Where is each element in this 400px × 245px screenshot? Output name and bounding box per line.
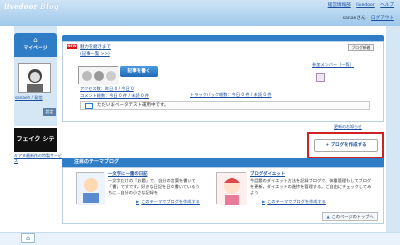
home-icon[interactable]: ⌂ (21, 233, 35, 243)
theme-image-2[interactable] (216, 172, 247, 205)
mypage-tab[interactable]: ⌂ マイページ (14, 33, 57, 57)
member-list-link[interactable]: 参加メンバー（一覧） (312, 62, 370, 68)
nickname-links[interactable]: sanaeh / 発信 (15, 95, 43, 101)
avatar (18, 63, 51, 93)
status-message-text: ただいまベータテスト運用中です。 (97, 103, 169, 108)
livedoor-blog-logo[interactable]: livedoor Blog (4, 2, 59, 11)
theme-blog-header: 注目のテーマブログ (62, 158, 384, 167)
top-link-0[interactable]: 経営情報部 (328, 3, 351, 8)
member-box: 参加メンバー（一覧） (312, 62, 370, 88)
theme-body-2: 今話題のダイエット方法を記録ブログで、体重管理もしてブログを更新。ダイエットの進… (250, 178, 372, 195)
news-link[interactable]: 魅力を磨きまで (80, 44, 111, 50)
update-notice-link[interactable]: 更新のお知らせ (334, 124, 362, 130)
theme-title-1[interactable]: 一文字に一箇の日記 (108, 171, 148, 177)
new-badge: NEW (67, 44, 77, 49)
house-icon: ⌂ (33, 36, 38, 44)
top-links: 経営情報部 livedoor ヘルプ (324, 2, 394, 8)
theme-image-1[interactable] (76, 172, 105, 205)
user-label: sanaeさん (342, 16, 366, 21)
comment-count[interactable]: コメント総数：今日 0 件 / 未読 0 件 (80, 92, 149, 99)
top-link-2[interactable]: ヘルプ (380, 3, 394, 8)
theme-body-1: 一文字だけの「お題」で、自分の言葉を書いて「書」ですです。好きな日記を日々書いて… (108, 178, 200, 195)
mypage-label: マイページ (23, 46, 48, 51)
blog-thumbnail[interactable] (78, 66, 119, 85)
page-top-button[interactable]: ▲ このページのトップへ (322, 212, 378, 221)
access-count[interactable]: アクセス数：昨日 0 / 今日 0 (80, 85, 149, 92)
user-row: sanaeさん ログアウト (343, 15, 394, 21)
trackback-count[interactable]: トラックバック総数：今日 0 件 / 未読 0 件 (190, 92, 272, 98)
create-blog-button[interactable]: + ブログを作成する (314, 139, 378, 152)
stats-block: アクセス数：昨日 0 / 今日 0 コメント総数：今日 0 件 / 未読 0 件 (80, 85, 149, 99)
blog-news-button[interactable]: ブログ新着 (348, 44, 374, 51)
top-link-1[interactable]: livedoor (356, 3, 375, 8)
theme-create-link-2[interactable]: ▶ このテーマでブログを作成する (262, 199, 326, 205)
ad-banner[interactable]: フェイク シティ (14, 128, 57, 167)
entries-list-link[interactable]: (記事一覧 >>) (80, 51, 110, 57)
ad-caption-link[interactable]: キアヌ最新作の特製サービス (14, 153, 64, 163)
theme-title-2[interactable]: ブログダイエット (250, 171, 285, 177)
right-strip (386, 26, 400, 245)
message-icon (85, 103, 93, 109)
settings-button[interactable]: 設定 (43, 108, 56, 116)
footer-bar (0, 232, 400, 245)
write-entry-button[interactable]: 記事を書く (120, 66, 158, 77)
theme-create-link-1[interactable]: ▶ このテーマでブログを作成する (136, 199, 200, 205)
member-avatar-icon[interactable] (316, 73, 325, 82)
logout-link[interactable]: ログアウト (371, 16, 394, 21)
status-message: ただいまベータテスト運用中です。 (80, 101, 370, 110)
